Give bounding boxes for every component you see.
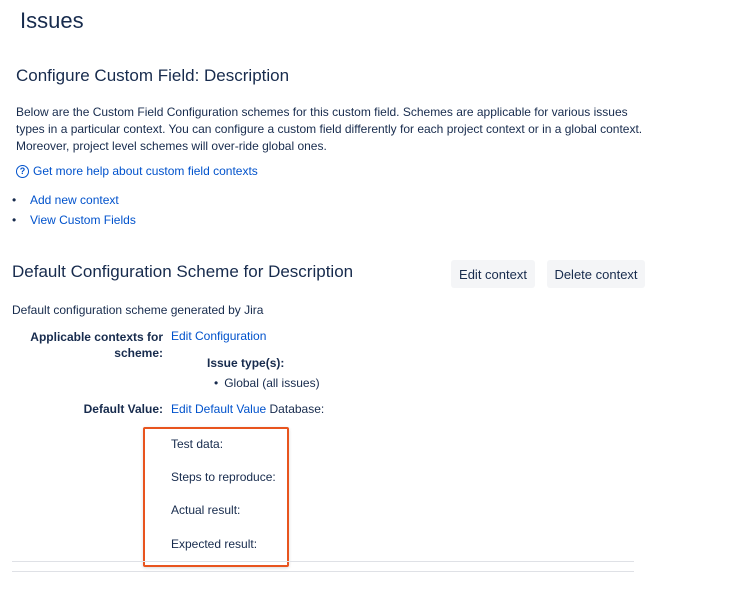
help-link-label: Get more help about custom field context… [33, 164, 258, 178]
add-new-context-link[interactable]: Add new context [30, 192, 119, 208]
list-item: • View Custom Fields [12, 212, 136, 232]
help-link[interactable]: ? Get more help about custom field conte… [16, 164, 258, 178]
scheme-generated-text: Default configuration scheme generated b… [12, 303, 264, 317]
issue-type-item: • Global (all issues) [214, 376, 320, 390]
bullet-icon: • [214, 376, 219, 390]
delete-context-button[interactable]: Delete context [547, 260, 645, 288]
edit-default-value-link[interactable]: Edit Default Value [171, 402, 266, 416]
scheme-title: Default Configuration Scheme for Descrip… [12, 262, 354, 281]
list-item: • Add new context [12, 192, 136, 212]
issue-type-value: Global (all issues) [224, 376, 320, 390]
applicable-contexts-label-line2: scheme: [114, 346, 163, 360]
applicable-contexts-label: Applicable contexts for scheme: [26, 329, 163, 361]
view-custom-fields-link[interactable]: View Custom Fields [30, 212, 136, 228]
applicable-contexts-label-line1: Applicable contexts for [30, 330, 163, 344]
help-icon: ? [16, 164, 29, 178]
description-text: Below are the Custom Field Configuration… [16, 105, 643, 153]
default-value-prefix: Database: [269, 402, 325, 416]
context-links: • Add new context • View Custom Fields [12, 192, 136, 232]
edit-configuration-link[interactable]: Edit Configuration [171, 329, 266, 343]
issue-types-label: Issue type(s): [207, 356, 285, 370]
bullet-icon: • [12, 213, 17, 227]
divider [12, 571, 634, 572]
default-value-label: Default Value: [83, 402, 163, 416]
divider [12, 561, 634, 562]
section-title: Configure Custom Field: Description [16, 66, 290, 85]
edit-context-button[interactable]: Edit context [451, 260, 535, 288]
page-title: Issues [20, 8, 84, 33]
default-value-line: Actual result: [171, 503, 241, 517]
default-value-line: Steps to reproduce: [171, 470, 276, 484]
default-value-line: Test data: [171, 437, 224, 451]
default-value-row: Edit Default Value Database: [171, 402, 324, 416]
default-value-line: Expected result: [171, 537, 258, 551]
bullet-icon: • [12, 193, 17, 207]
